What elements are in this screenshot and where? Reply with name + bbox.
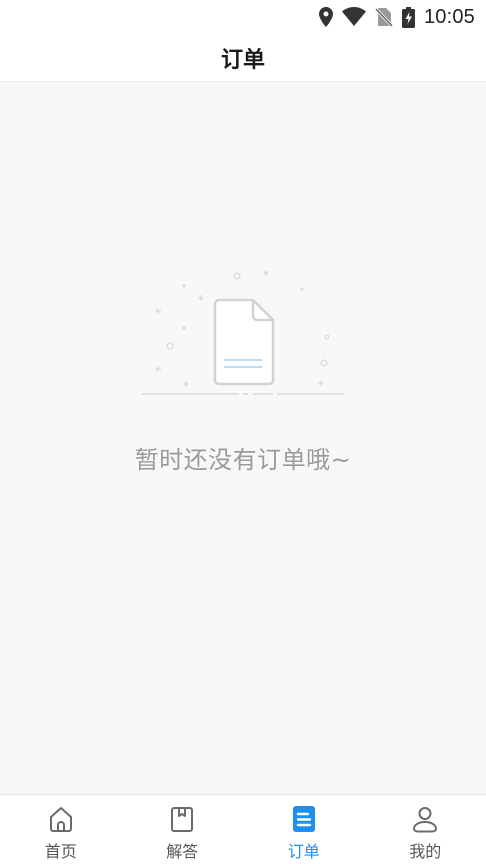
tab-orders[interactable]: 订单 [243,795,365,864]
orders-screen: 10:05 订单 暂时还没有订单哦~ 首页 解答 订单 我的 [0,0,486,864]
empty-message: 暂时还没有订单哦~ [134,446,352,474]
status-bar: 10:05 [0,0,486,34]
home-icon [46,804,76,834]
battery-charging-icon [401,6,415,28]
tab-profile[interactable]: 我的 [365,795,486,864]
order-document-icon [289,804,319,834]
status-time: 10:05 [423,5,475,28]
page-header: 订单 [0,34,486,82]
tab-answers-label: 解答 [166,842,199,861]
empty-state: 暂时还没有订单哦~ [0,82,486,794]
bookmark-icon [167,804,197,834]
tab-home[interactable]: 首页 [0,795,122,864]
empty-document-icon [138,268,348,408]
tab-orders-label: 订单 [287,842,320,861]
location-icon [318,7,333,27]
tab-profile-label: 我的 [409,842,442,861]
tab-home-label: 首页 [44,842,77,861]
wifi-icon [341,7,366,27]
bottom-tab-bar: 首页 解答 订单 我的 [0,794,486,864]
no-sim-icon [374,7,393,27]
page-title: 订单 [220,47,265,73]
user-icon [410,804,440,834]
tab-answers[interactable]: 解答 [122,795,244,864]
